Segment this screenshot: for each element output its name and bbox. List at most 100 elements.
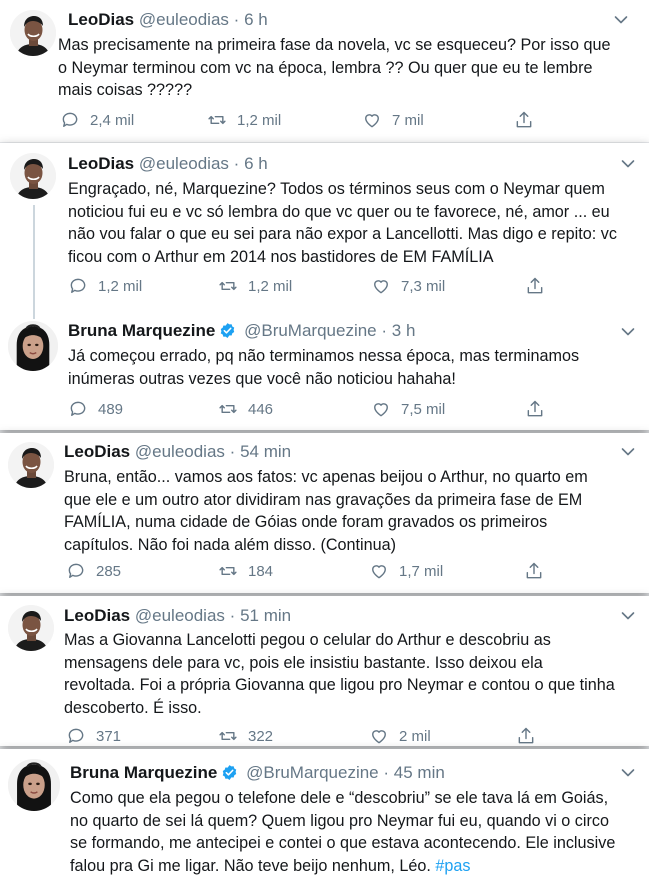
verified-badge-icon — [221, 764, 238, 781]
avatar-image — [10, 153, 56, 199]
reply-button[interactable]: 489 — [68, 399, 123, 419]
tweet-text: Mas a Giovanna Lancelotti pegou o celula… — [64, 629, 615, 719]
timestamp[interactable]: 3 h — [392, 321, 416, 340]
share-button[interactable] — [516, 726, 536, 746]
avatar[interactable] — [8, 759, 60, 811]
retweet-count: 322 — [248, 727, 274, 745]
heart-icon — [371, 399, 391, 419]
reply-count: 371 — [96, 727, 122, 745]
display-name[interactable]: LeoDias — [68, 10, 134, 29]
share-icon — [514, 110, 534, 130]
share-button[interactable] — [525, 399, 545, 419]
like-button[interactable]: 7 mil — [362, 110, 424, 130]
reply-count: 1,2 mil — [98, 277, 143, 295]
reply-icon — [60, 110, 80, 130]
like-button[interactable]: 2 mil — [369, 726, 431, 746]
user-handle[interactable]: @euleodias — [135, 606, 225, 625]
avatar[interactable] — [10, 10, 56, 56]
share-icon — [525, 399, 545, 419]
tweet-text-line: Bruna, então... vamos aos fatos: vc apen… — [64, 468, 588, 486]
tweet[interactable]: Bruna Marquezine @BruMarquezine · 45 min… — [0, 749, 649, 883]
like-button[interactable]: 1,7 mil — [369, 561, 443, 581]
user-handle[interactable]: @euleodias — [139, 154, 229, 173]
retweet-count: 184 — [248, 562, 274, 580]
tweet[interactable]: LeoDias @euleodias · 6 h Mas precisament… — [0, 0, 649, 142]
retweet-button[interactable]: 184 — [218, 561, 273, 581]
tweet-text-line: Já começou errado, pq não terminamos nes… — [68, 347, 580, 365]
timestamp[interactable]: 6 h — [244, 10, 268, 29]
heart-icon — [369, 726, 389, 746]
like-count: 2 mil — [399, 727, 431, 745]
timestamp[interactable]: 54 min — [240, 442, 291, 461]
tweet-text-line: mensagens dele para vc, pois ele insisti… — [64, 653, 543, 672]
avatar[interactable] — [10, 153, 56, 199]
chevron-down-icon[interactable] — [621, 327, 635, 337]
avatar[interactable] — [8, 605, 54, 651]
retweet-button[interactable]: 1,2 mil — [207, 110, 281, 130]
avatar[interactable] — [8, 321, 58, 371]
tweet-text-line: descoberto. É isso. — [64, 698, 202, 717]
retweet-icon — [218, 276, 238, 296]
tweet-text-line: ficou com o Arthur em 2014 nos bastidore… — [68, 247, 494, 266]
timestamp[interactable]: 45 min — [394, 763, 445, 782]
reply-icon — [66, 561, 86, 581]
tweet-header: Bruna Marquezine @BruMarquezine · 45 min — [70, 763, 445, 783]
timestamp[interactable]: 51 min — [240, 606, 291, 625]
avatar-image — [10, 10, 56, 56]
chevron-down-icon[interactable] — [614, 15, 628, 25]
tweet-text: Mas precisamente na primeira fase da nov… — [58, 34, 610, 102]
avatar-image — [8, 605, 54, 651]
timestamp[interactable]: 6 h — [244, 154, 268, 173]
retweet-icon — [207, 110, 227, 130]
user-handle[interactable]: @euleodias — [135, 442, 225, 461]
display-name[interactable]: LeoDias — [68, 154, 134, 173]
retweet-count: 446 — [248, 400, 274, 418]
tweet-text-line: Engraçado, né, Marquezine? Todos os térm… — [68, 180, 605, 198]
user-handle[interactable]: @BruMarquezine — [246, 763, 379, 782]
share-icon — [516, 726, 536, 746]
display-name[interactable]: Bruna Marquezine — [68, 321, 215, 340]
user-handle[interactable]: @BruMarquezine — [244, 321, 377, 340]
tweet[interactable]: LeoDias @euleodias · 54 min Bruna, então… — [0, 433, 649, 593]
hashtag-link[interactable]: #pas — [435, 857, 470, 875]
heart-icon — [369, 561, 389, 581]
chevron-down-icon[interactable] — [621, 447, 635, 457]
chevron-down-icon[interactable] — [621, 768, 635, 778]
reply-count: 285 — [96, 562, 122, 580]
tweet-text-line: que ele e um outro ator dividiram nas gr… — [64, 490, 583, 509]
reply-button[interactable]: 371 — [66, 726, 121, 746]
separator-dot: · — [229, 442, 236, 461]
retweet-button[interactable]: 446 — [218, 399, 273, 419]
thread-line — [33, 205, 35, 319]
tweet-text-line-content: falou pra Gi me ligar. Não teve beijo ne… — [70, 856, 431, 875]
retweet-button[interactable]: 1,2 mil — [218, 276, 292, 296]
tweet-text-line: mais coisas ????? — [58, 81, 193, 99]
retweet-count: 1,2 mil — [248, 277, 293, 295]
avatar[interactable] — [8, 442, 54, 488]
tweet-actions: 285 184 1,7 mil — [66, 561, 546, 583]
tweet-text: Como que ela pegou o telefone dele e “de… — [70, 787, 615, 877]
reply-button[interactable]: 2,4 mil — [60, 110, 134, 130]
share-button[interactable] — [525, 276, 545, 296]
like-count: 7 mil — [392, 111, 424, 129]
share-button[interactable] — [514, 110, 534, 130]
reply-button[interactable]: 285 — [66, 561, 121, 581]
chevron-down-icon[interactable] — [621, 611, 635, 621]
like-button[interactable]: 7,5 mil — [371, 399, 445, 419]
chevron-down-icon[interactable] — [621, 159, 635, 169]
reply-count: 489 — [98, 400, 124, 418]
like-count: 7,5 mil — [401, 400, 446, 418]
tweet-text-line: revoltada. Foi a própria Giovanna que li… — [64, 676, 615, 694]
display-name[interactable]: LeoDias — [64, 442, 130, 461]
reply-button[interactable]: 1,2 mil — [68, 276, 142, 296]
reply-icon — [68, 399, 88, 419]
separator-dot: · — [233, 154, 240, 173]
user-handle[interactable]: @euleodias — [139, 10, 229, 29]
retweet-button[interactable]: 322 — [218, 726, 273, 746]
tweet[interactable]: LeoDias @euleodias · 51 min Mas a Giovan… — [0, 596, 649, 746]
like-button[interactable]: 7,3 mil — [371, 276, 445, 296]
display-name[interactable]: LeoDias — [64, 606, 130, 625]
display-name[interactable]: Bruna Marquezine — [70, 763, 217, 782]
reply-count: 2,4 mil — [90, 111, 135, 129]
share-button[interactable] — [524, 561, 544, 581]
